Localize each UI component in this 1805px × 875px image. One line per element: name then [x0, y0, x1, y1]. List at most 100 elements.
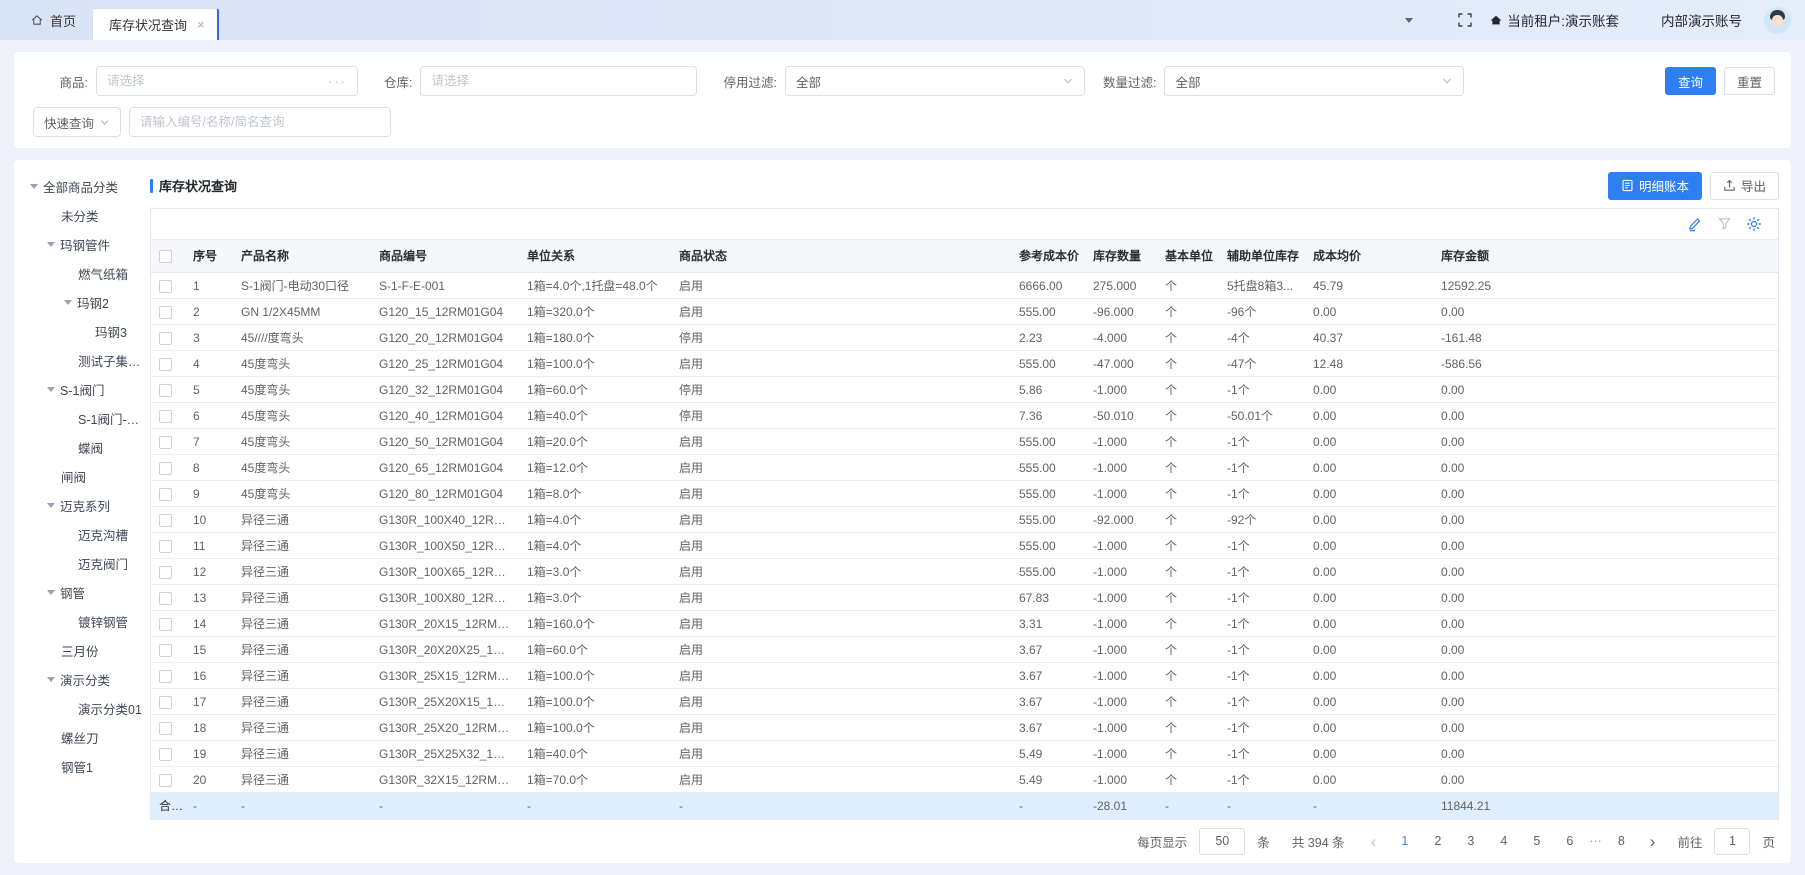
row-checkbox[interactable]: [159, 748, 172, 761]
sidebar-item[interactable]: S-1阀门: [28, 375, 150, 404]
quick-query-input-box[interactable]: [129, 107, 391, 137]
row-checkbox[interactable]: [159, 280, 172, 293]
quick-query-dropdown[interactable]: 快速查询: [33, 107, 121, 137]
row-checkbox[interactable]: [159, 384, 172, 397]
goto-page-input[interactable]: [1714, 828, 1750, 855]
reset-button[interactable]: 重置: [1724, 67, 1775, 95]
table-row[interactable]: 945度弯头G120_80_12RM01G041箱=8.0个启用555.00-1…: [151, 481, 1778, 507]
sidebar-item[interactable]: 迈克沟槽: [28, 520, 150, 549]
row-checkbox[interactable]: [159, 488, 172, 501]
tab-inventory-query[interactable]: 库存状况查询 ×: [92, 8, 219, 40]
filter-icon[interactable]: [1717, 216, 1732, 231]
table-row[interactable]: 15异径三通G130R_20X20X25_12RM01G041箱=60.0个启用…: [151, 637, 1778, 663]
sidebar-item[interactable]: 全部商品分类: [28, 172, 150, 201]
warehouse-select-input[interactable]: [431, 74, 686, 88]
chevron-down-icon[interactable]: [47, 242, 55, 247]
row-checkbox[interactable]: [159, 618, 172, 631]
disabled-filter-select[interactable]: 全部: [785, 66, 1085, 96]
sidebar-item[interactable]: 玛钢2: [28, 288, 150, 317]
chevron-down-icon[interactable]: [47, 387, 55, 392]
account-name[interactable]: 内部演示账号: [1661, 10, 1742, 30]
sidebar-item[interactable]: 玛钢管件: [28, 230, 150, 259]
table-row[interactable]: 845度弯头G120_65_12RM01G041箱=12.0个启用555.00-…: [151, 455, 1778, 481]
qty-filter-select[interactable]: 全部: [1164, 66, 1464, 96]
page-button[interactable]: 2: [1424, 828, 1451, 855]
table-row[interactable]: 13异径三通G130R_100X80_12RM01G041箱=3.0个启用67.…: [151, 585, 1778, 611]
chevron-down-icon[interactable]: [47, 677, 55, 682]
table-row[interactable]: 545度弯头G120_32_12RM01G041箱=60.0个停用5.86-1.…: [151, 377, 1778, 403]
row-checkbox[interactable]: [159, 670, 172, 683]
row-checkbox[interactable]: [159, 410, 172, 423]
tenant-switcher[interactable]: 当前租户:演示账套: [1489, 10, 1619, 30]
per-page-input[interactable]: [1199, 828, 1245, 855]
table-row[interactable]: 18异径三通G130R_25X20_12RM01G041箱=100.0个启用3.…: [151, 715, 1778, 741]
row-checkbox[interactable]: [159, 696, 172, 709]
table-row[interactable]: 645度弯头G120_40_12RM01G041箱=40.0个停用7.36-50…: [151, 403, 1778, 429]
sidebar-item[interactable]: 镀锌钢管: [28, 607, 150, 636]
sidebar-item[interactable]: 钢管: [28, 578, 150, 607]
gear-icon[interactable]: [1746, 216, 1762, 232]
sidebar-item[interactable]: 未分类: [28, 201, 150, 230]
row-checkbox[interactable]: [159, 722, 172, 735]
page-button[interactable]: 4: [1490, 828, 1517, 855]
sidebar-item[interactable]: S-1阀门-电动: [28, 404, 150, 433]
table-row[interactable]: 1S-1阀门-电动30口径S-1-F-E-0011箱=4.0个,1托盘=48.0…: [151, 273, 1778, 299]
table-row[interactable]: 10异径三通G130R_100X40_12RM01G041箱=4.0个启用555…: [151, 507, 1778, 533]
row-checkbox[interactable]: [159, 306, 172, 319]
page-button[interactable]: 8: [1608, 828, 1635, 855]
table-row[interactable]: 745度弯头G120_50_12RM01G041箱=20.0个启用555.00-…: [151, 429, 1778, 455]
page-button[interactable]: 3: [1457, 828, 1484, 855]
search-button[interactable]: 查询: [1665, 67, 1716, 95]
row-checkbox[interactable]: [159, 462, 172, 475]
quick-query-input[interactable]: [140, 115, 380, 129]
row-checkbox[interactable]: [159, 514, 172, 527]
page-button[interactable]: 5: [1523, 828, 1550, 855]
edit-icon[interactable]: [1687, 216, 1703, 232]
fullscreen-icon[interactable]: [1457, 12, 1473, 28]
sidebar-item[interactable]: 燃气纸箱: [28, 259, 150, 288]
row-checkbox[interactable]: [159, 436, 172, 449]
close-icon[interactable]: ×: [197, 17, 205, 32]
chevron-down-icon[interactable]: [1405, 18, 1413, 23]
warehouse-select[interactable]: [420, 66, 697, 96]
table-row[interactable]: 16异径三通G130R_25X15_12RM01G041箱=100.0个启用3.…: [151, 663, 1778, 689]
sidebar-item[interactable]: 测试子集分类: [28, 346, 150, 375]
table-row[interactable]: 2GN 1/2X45MMG120_15_12RM01G041箱=320.0个启用…: [151, 299, 1778, 325]
chevron-down-icon[interactable]: [64, 300, 72, 305]
row-checkbox[interactable]: [159, 540, 172, 553]
page-button[interactable]: 6: [1556, 828, 1583, 855]
sidebar-item[interactable]: 蝶阀: [28, 433, 150, 462]
row-checkbox[interactable]: [159, 566, 172, 579]
table-row[interactable]: 11异径三通G130R_100X50_12RM01G041箱=4.0个启用555…: [151, 533, 1778, 559]
table-row[interactable]: 19异径三通G130R_25X25X32_12RM01G041箱=40.0个启用…: [151, 741, 1778, 767]
select-all-checkbox[interactable]: [159, 250, 172, 263]
page-button[interactable]: 1: [1391, 828, 1418, 855]
row-checkbox[interactable]: [159, 774, 172, 787]
product-select-input[interactable]: [107, 74, 328, 88]
row-checkbox[interactable]: [159, 592, 172, 605]
table-row[interactable]: 12异径三通G130R_100X65_12RM01G041箱=3.0个启用555…: [151, 559, 1778, 585]
more-options-icon[interactable]: ···: [328, 74, 347, 89]
chevron-down-icon[interactable]: [47, 590, 55, 595]
sidebar-item[interactable]: 螺丝刀: [28, 723, 150, 752]
sidebar-item[interactable]: 闸阀: [28, 462, 150, 491]
row-checkbox[interactable]: [159, 644, 172, 657]
row-checkbox[interactable]: [159, 332, 172, 345]
detail-ledger-button[interactable]: 明细账本: [1608, 172, 1702, 200]
table-row[interactable]: 445度弯头G120_25_12RM01G041箱=100.0个启用555.00…: [151, 351, 1778, 377]
export-button[interactable]: 导出: [1710, 172, 1779, 200]
product-select[interactable]: ···: [96, 66, 358, 96]
sidebar-item[interactable]: 迈克系列: [28, 491, 150, 520]
table-row[interactable]: 17异径三通G130R_25X20X15_12RM01G041箱=100.0个启…: [151, 689, 1778, 715]
prev-page-icon[interactable]: ‹: [1365, 833, 1383, 850]
tab-home[interactable]: 首页: [0, 0, 92, 40]
sidebar-item[interactable]: 钢管1: [28, 752, 150, 781]
sidebar-item[interactable]: 演示分类01: [28, 694, 150, 723]
avatar[interactable]: [1764, 7, 1791, 34]
table-row[interactable]: 20异径三通G130R_32X15_12RM01G041箱=70.0个启用5.4…: [151, 767, 1778, 793]
table-row[interactable]: 345////度弯头G120_20_12RM01G041箱=180.0个停用2.…: [151, 325, 1778, 351]
row-checkbox[interactable]: [159, 358, 172, 371]
sidebar-item[interactable]: 三月份: [28, 636, 150, 665]
next-page-icon[interactable]: ›: [1644, 833, 1662, 850]
chevron-down-icon[interactable]: [47, 503, 55, 508]
